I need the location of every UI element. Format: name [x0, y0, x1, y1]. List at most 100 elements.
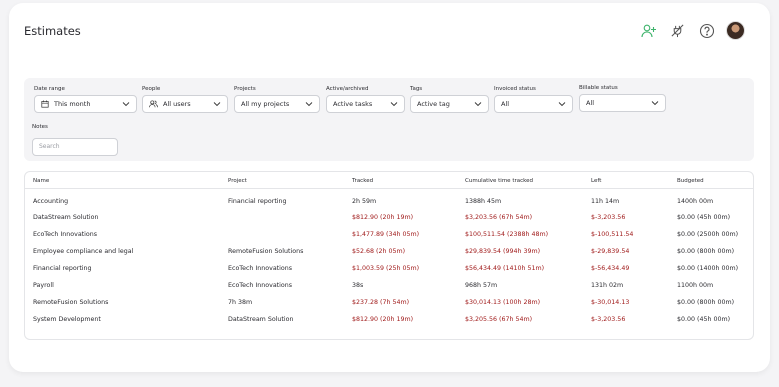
table-row[interactable]: Employee compliance and legal RemoteFusio…: [25, 243, 753, 260]
cell-left: $-3,203.56: [591, 316, 626, 323]
cell-name: Payroll: [33, 282, 54, 289]
chevron-down-icon: [213, 101, 221, 107]
cell-tracked: $1,003.59 (25h 05m): [352, 265, 420, 272]
estimates-card: Estimates Date range This month People A…: [9, 3, 770, 372]
table-row[interactable]: System Development DataStream Solution $81…: [25, 311, 753, 328]
cell-project: Financial reporting: [228, 198, 287, 206]
cell-cumulative: $30,014.13 (100h 28m): [465, 299, 541, 306]
column-header-project[interactable]: Project: [220, 174, 344, 189]
cell-project: EcoTech Innovations: [228, 282, 293, 289]
column-header-cumulative[interactable]: Cumulative time tracked: [457, 174, 583, 189]
table-row[interactable]: DataStream Solution $812.90 (20h 19m) $3,2…: [25, 209, 753, 226]
column-header-tracked[interactable]: Tracked: [344, 174, 457, 189]
cell-name: Financial reporting: [33, 265, 92, 272]
table-row[interactable]: Payroll EcoTech Innovations 38s 968h 57m 131…: [25, 277, 753, 294]
invoiced-status-select[interactable]: All: [494, 95, 573, 113]
date-range-select[interactable]: This month: [34, 95, 137, 113]
select-value: All my projects: [241, 100, 290, 108]
cell-tracked: 2h 59m: [352, 198, 377, 206]
select-value: All users: [163, 100, 191, 108]
cell-budgeted: 1100h 00m: [677, 282, 714, 289]
integration-icon[interactable]: [668, 21, 687, 40]
filter-people: People All users: [142, 86, 228, 113]
cell-name: DataStream Solution: [33, 214, 99, 221]
tags-select[interactable]: Active tag: [410, 95, 489, 113]
cell-tracked: $52.68 (2h 05m): [352, 248, 406, 255]
cell-left: 11h 14m: [591, 198, 620, 206]
select-value: All: [501, 100, 510, 108]
chevron-down-icon: [122, 101, 130, 107]
cell-tracked: 38s: [352, 282, 364, 289]
table-row[interactable]: Accounting Financial reporting 2h 59m 1388h…: [25, 188, 753, 209]
active-archived-select[interactable]: Active tasks: [326, 95, 405, 113]
filter-label: Date range: [34, 86, 65, 92]
select-value: All: [586, 99, 595, 107]
projects-select[interactable]: All my projects: [234, 95, 320, 113]
filter-date-range: Date range This month: [34, 86, 137, 113]
add-user-icon[interactable]: [639, 21, 658, 40]
cell-tracked: $237.28 (7h 54m): [352, 299, 410, 306]
select-value: Active tasks: [333, 100, 373, 108]
cell-tracked: $1,477.89 (34h 05m): [352, 231, 420, 238]
table-row[interactable]: Financial reporting EcoTech Innovations $1…: [25, 260, 753, 277]
column-header-left[interactable]: Left: [583, 174, 669, 189]
cell-cumulative: $3,205.56 (67h 54m): [465, 316, 533, 323]
filter-active-archived: Active/archived Active tasks: [326, 86, 405, 113]
cell-tracked: $812.90 (20h 19m): [352, 316, 414, 323]
estimates-table: Name Project Tracked Cumulative time tra…: [24, 171, 754, 340]
cell-tracked: $812.90 (20h 19m): [352, 214, 414, 221]
cell-cumulative: $3,203.56 (67h 54m): [465, 214, 533, 221]
cell-budgeted: $0.00 (800h 00m): [677, 299, 735, 306]
filter-panel: Date range This month People All users P…: [24, 78, 754, 161]
cell-cumulative: $56,434.49 (1410h 51m): [465, 265, 545, 272]
table-row[interactable]: RemoteFusion Solutions 7h 38m $237.28 (7h …: [25, 294, 753, 311]
cell-left: $-56,434.49: [591, 265, 630, 272]
cell-budgeted: $0.00 (45h 00m): [677, 214, 731, 221]
chevron-down-icon: [474, 101, 482, 107]
notes-search-input[interactable]: [32, 137, 118, 156]
chevron-down-icon: [651, 100, 659, 106]
cell-project: EcoTech Innovations: [228, 265, 293, 272]
people-select[interactable]: All users: [142, 95, 228, 113]
cell-left: 131h 02m: [591, 282, 624, 289]
table-header-row: Name Project Tracked Cumulative time tra…: [25, 174, 753, 189]
cell-cumulative: 968h 57m: [465, 282, 498, 289]
filter-projects: Projects All my projects: [234, 86, 320, 113]
cell-project: DataStream Solution: [228, 316, 294, 323]
filter-invoiced-status: Invoiced status All: [494, 86, 573, 113]
cell-project: [220, 226, 344, 243]
page-title: Estimates: [24, 24, 81, 38]
cell-project: [220, 209, 344, 226]
cell-budgeted: $0.00 (1400h 00m): [677, 265, 739, 272]
filter-label: Notes: [32, 124, 48, 130]
cell-name: System Development: [33, 316, 101, 323]
billable-status-select[interactable]: All: [579, 94, 666, 112]
table-row[interactable]: EcoTech Innovations $1,477.89 (34h 05m) $1…: [25, 226, 753, 243]
cell-left: $-3,203.56: [591, 214, 626, 221]
filter-billable-status: Billable status All: [579, 85, 666, 112]
cell-name: Employee compliance and legal: [33, 248, 134, 255]
column-header-budgeted[interactable]: Budgeted: [669, 174, 753, 189]
cell-budgeted: $0.00 (800h 00m): [677, 248, 735, 255]
filter-label: People: [142, 86, 161, 92]
cell-left: $-100,511.54: [591, 231, 634, 238]
cell-left: $-29,839.54: [591, 248, 630, 255]
cell-budgeted: $0.00 (45h 00m): [677, 316, 731, 323]
avatar[interactable]: [726, 21, 745, 40]
column-header-name[interactable]: Name: [25, 174, 220, 189]
cell-cumulative: $29,839.54 (994h 39m): [465, 248, 541, 255]
help-icon[interactable]: [697, 21, 716, 40]
chevron-down-icon: [558, 101, 566, 107]
cell-cumulative: $100,511.54 (2388h 48m): [465, 231, 549, 238]
cell-budgeted: 1400h 00m: [677, 198, 714, 206]
filter-label: Tags: [410, 86, 423, 92]
cell-name: EcoTech Innovations: [33, 231, 98, 238]
select-value: This month: [54, 100, 91, 108]
filter-label: Billable status: [579, 85, 618, 91]
cell-project: 7h 38m: [228, 299, 253, 306]
users-icon: [149, 100, 158, 108]
chevron-down-icon: [305, 101, 313, 107]
filter-label: Invoiced status: [494, 86, 536, 92]
cell-name: RemoteFusion Solutions: [33, 299, 109, 306]
cell-left: $-30,014.13: [591, 299, 630, 306]
